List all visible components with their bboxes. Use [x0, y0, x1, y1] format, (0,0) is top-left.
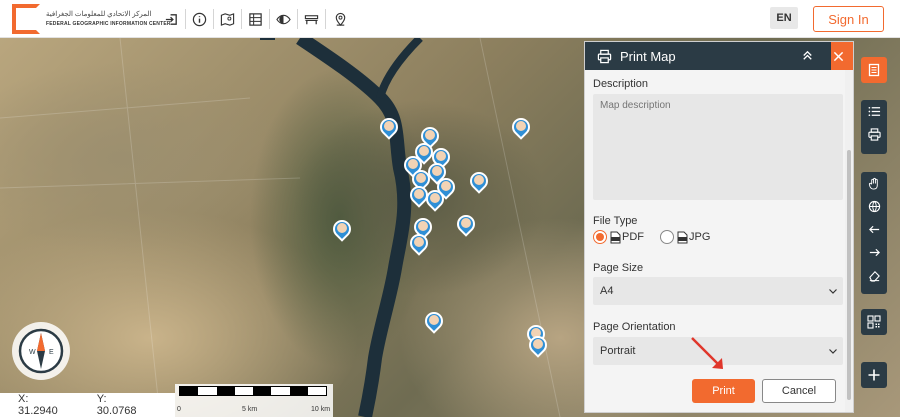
scale-label-0: 0 [177, 406, 181, 413]
arrow-right-icon [869, 248, 880, 257]
full-extent-button[interactable] [861, 195, 887, 218]
navigation-tools [861, 172, 887, 294]
logo-mark [12, 4, 40, 34]
previous-extent-button[interactable] [861, 218, 887, 241]
pdf-file-icon [610, 231, 621, 243]
login-icon[interactable] [158, 9, 186, 29]
description-input[interactable] [593, 94, 843, 200]
chevron-down-icon [829, 349, 837, 354]
pan-button[interactable] [861, 172, 887, 195]
logo-arabic-text: المركز الاتحادي للمعلومات الجغرافية [46, 11, 152, 18]
printer-icon [867, 128, 881, 141]
jpg-file-icon [677, 231, 688, 243]
panel-scrollbar[interactable] [845, 70, 853, 412]
logo[interactable]: المركز الاتحادي للمعلومات الجغرافية FEDE… [12, 4, 171, 34]
scale-label-10km: 10 km [311, 406, 331, 413]
map-pin[interactable] [466, 168, 492, 196]
print-panel-toggle-button[interactable] [861, 57, 887, 83]
eye-icon[interactable] [270, 9, 298, 29]
page-orientation-label: Page Orientation [593, 321, 676, 333]
document-icon [868, 63, 880, 77]
map-pin[interactable] [508, 114, 534, 142]
hand-icon [868, 177, 878, 190]
print-button-toolbar[interactable] [861, 123, 887, 146]
eraser-icon [868, 270, 880, 282]
map-pin[interactable] [525, 332, 551, 360]
file-type-options: PDF JPG [593, 230, 710, 244]
printer-icon [597, 49, 612, 63]
panel-header: Print Map [585, 42, 853, 70]
header-toolbar [158, 9, 354, 29]
next-extent-button[interactable] [861, 241, 887, 264]
map-pin[interactable] [422, 186, 448, 214]
cancel-button[interactable]: Cancel [762, 379, 836, 403]
y-coordinate: Y: 30.0768 [96, 393, 137, 417]
list-icon [868, 106, 880, 117]
qr-code-button[interactable] [861, 309, 887, 335]
map-pin[interactable] [406, 230, 432, 258]
annotation-arrow [691, 337, 723, 369]
file-type-label: File Type [593, 215, 638, 227]
globe-icon [868, 200, 880, 213]
compass-west-label: W [29, 349, 36, 356]
arrow-left-icon [868, 225, 879, 234]
x-coordinate: X: 31.2940 [18, 393, 58, 417]
page-size-value: A4 [600, 285, 614, 297]
page-size-select[interactable]: A4 [593, 277, 843, 305]
qr-code-icon [867, 315, 881, 329]
description-label: Description [593, 78, 649, 90]
collapse-icon[interactable] [800, 48, 815, 63]
jpg-label: JPG [689, 231, 711, 243]
page-orientation-value: Portrait [600, 345, 636, 357]
language-toggle[interactable]: EN [770, 7, 798, 29]
map-icon[interactable] [214, 9, 242, 29]
map-pin[interactable] [453, 211, 479, 239]
print-button[interactable]: Print [692, 379, 755, 403]
compass-east-label: E [49, 349, 54, 356]
layer-tools [861, 100, 887, 154]
page-size-label: Page Size [593, 262, 644, 274]
pdf-radio[interactable] [593, 230, 607, 244]
bench-icon[interactable] [298, 9, 326, 29]
coordinates-readout: X: 31.2940 Y: 30.0768 [0, 393, 175, 417]
logo-english-text: FEDERAL GEOGRAPHIC INFORMATION CENTER [46, 21, 171, 27]
compass-widget[interactable]: W E [12, 322, 70, 380]
compass-icon: W E [18, 328, 64, 374]
plus-icon [868, 369, 880, 381]
zoom-in-button[interactable] [861, 362, 887, 388]
map-pin[interactable] [329, 216, 355, 244]
pdf-label: PDF [622, 231, 644, 243]
map-pin[interactable] [376, 114, 402, 142]
location-icon[interactable] [326, 9, 354, 29]
info-icon[interactable] [186, 9, 214, 29]
top-bar: المركز الاتحادي للمعلومات الجغرافية FEDE… [0, 0, 900, 38]
chevron-down-icon [829, 289, 837, 294]
map-pin[interactable] [421, 308, 447, 336]
close-icon [833, 51, 843, 61]
sign-in-button[interactable]: Sign In [813, 6, 884, 32]
clear-button[interactable] [861, 264, 887, 287]
jpg-radio[interactable] [660, 230, 674, 244]
scale-label-5km: 5 km [242, 406, 258, 413]
table-icon[interactable] [242, 9, 270, 29]
scale-bar: 0 5 km 10 km [175, 384, 333, 417]
panel-title: Print Map [620, 48, 676, 64]
close-panel-button[interactable] [831, 42, 853, 70]
list-button[interactable] [861, 100, 887, 123]
